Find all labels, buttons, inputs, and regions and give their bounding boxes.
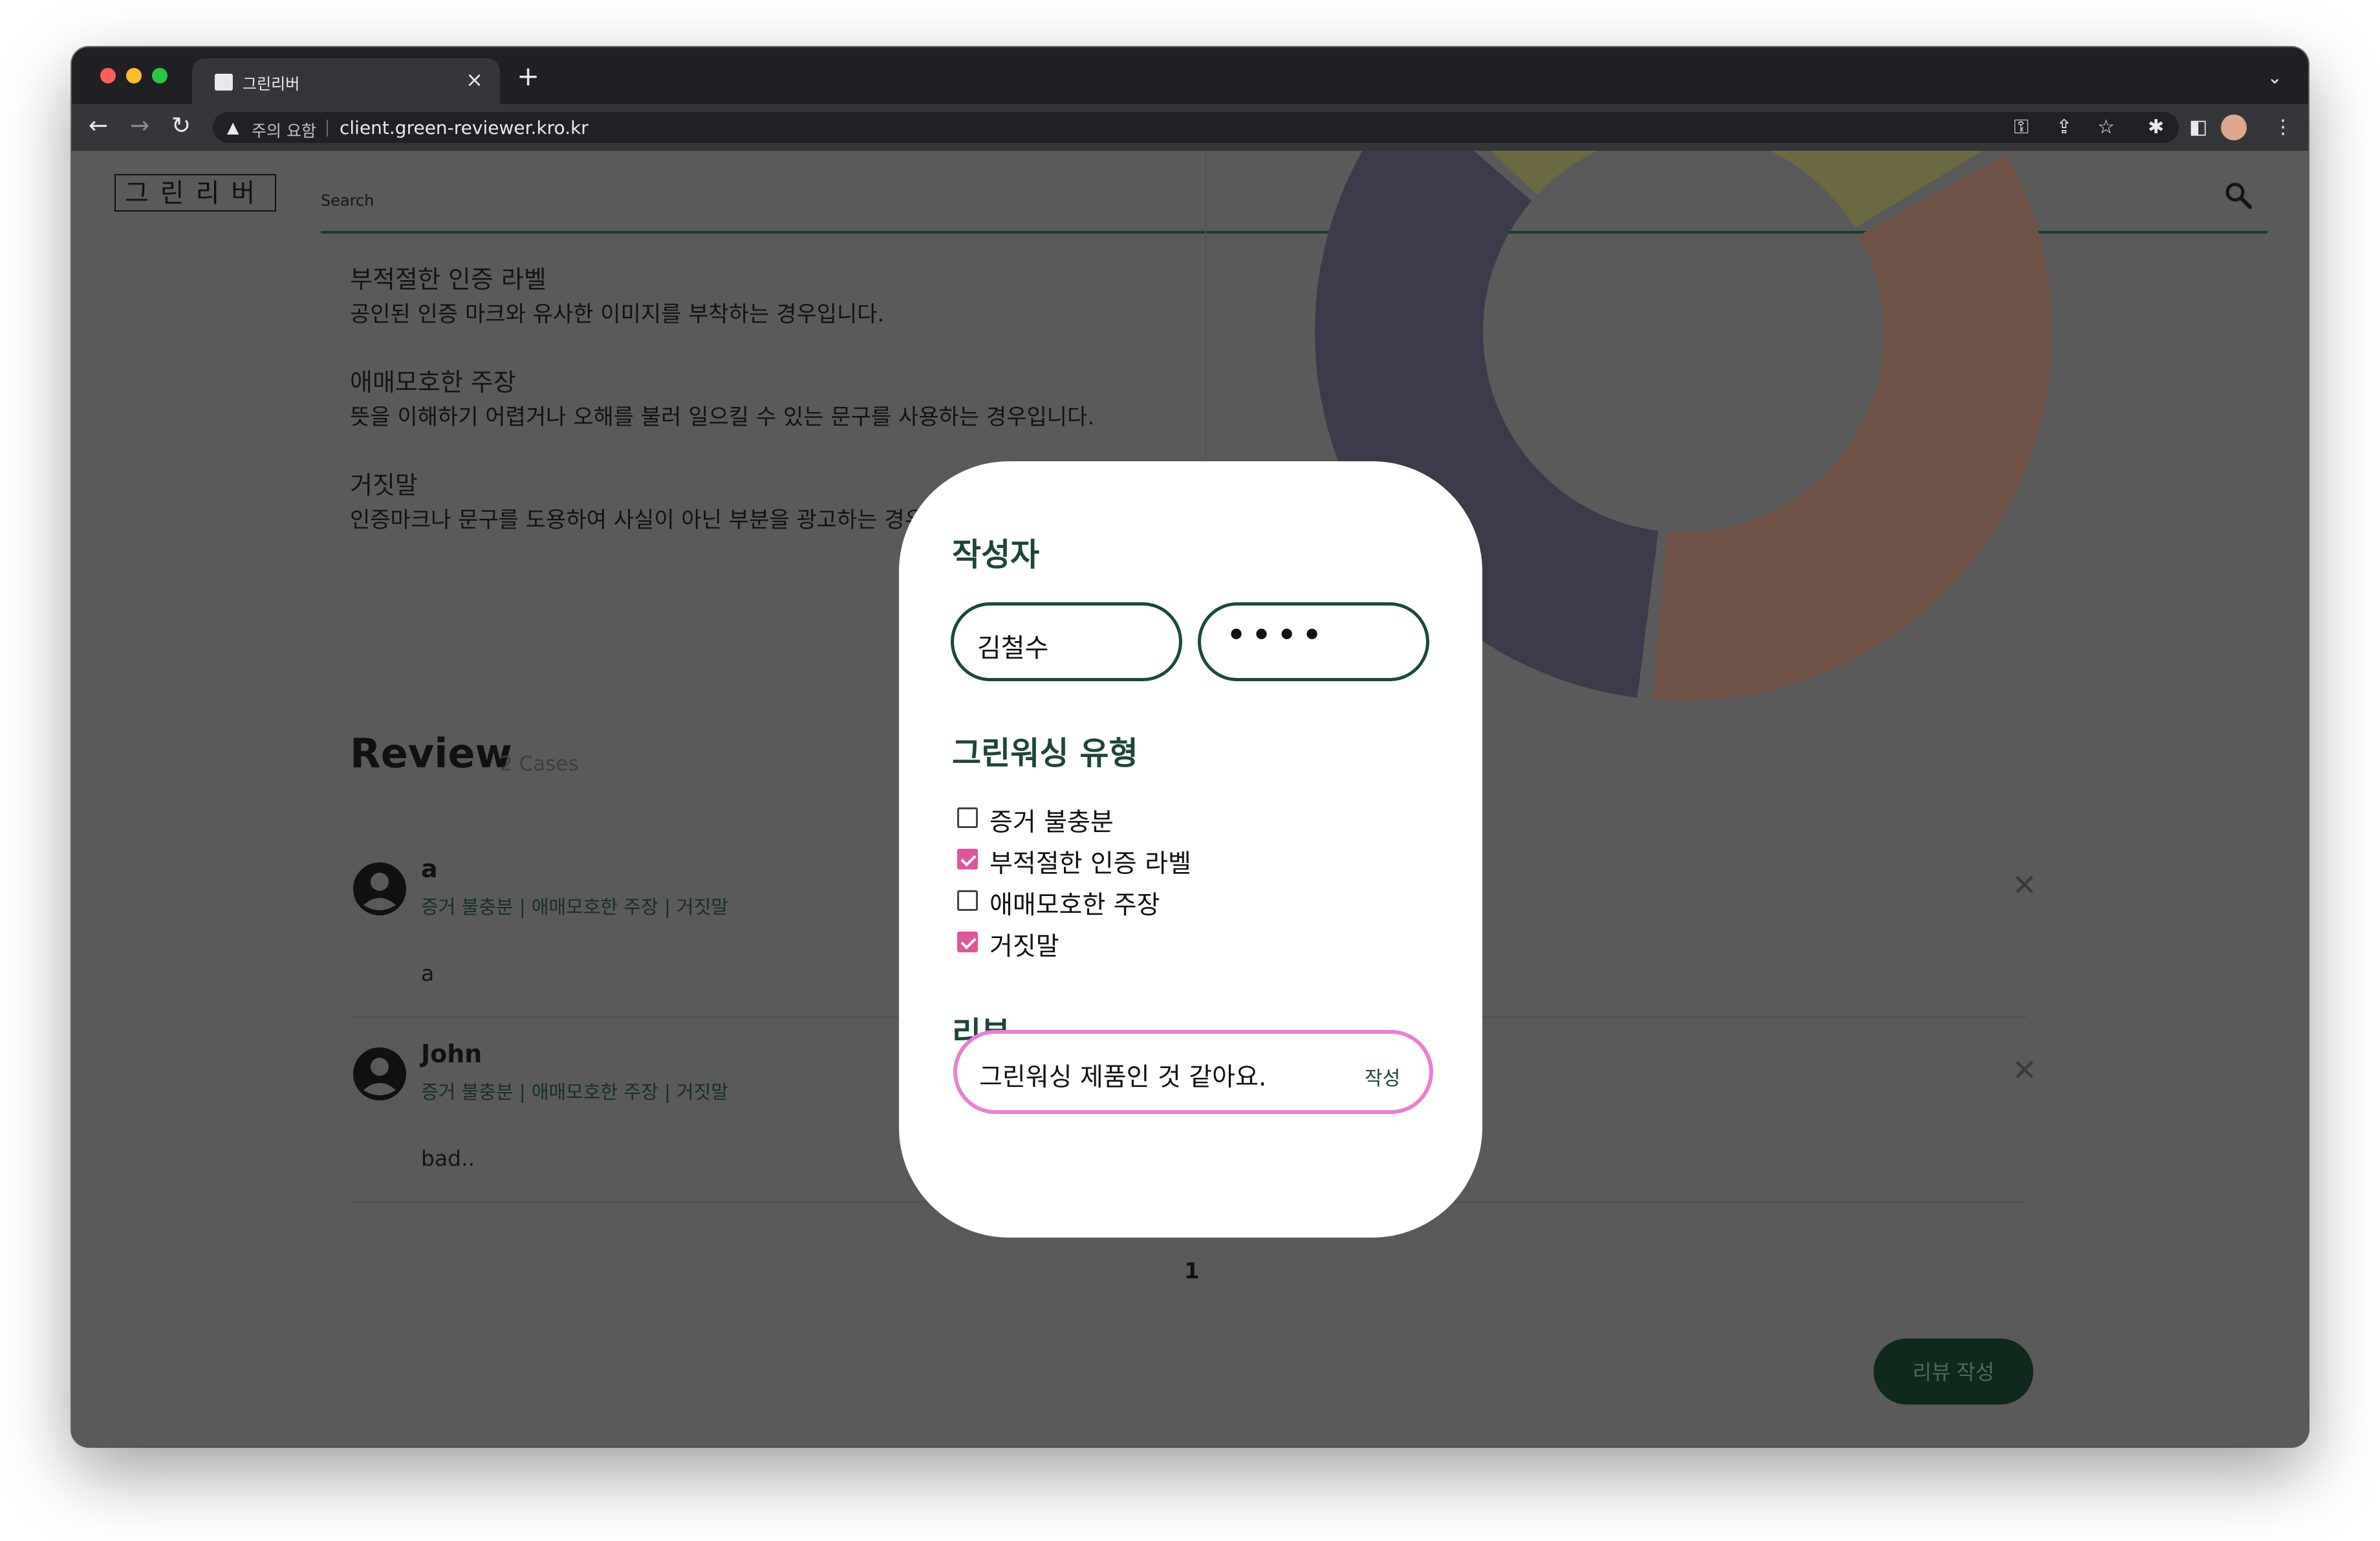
page-content: 그린리버 Search 부적절한 인증 라벨 공인된 인증 마크와 유사한 이미… [72, 151, 2308, 1447]
type-heading: 그린워싱 유형 [952, 735, 1138, 772]
review-tags: 증거 불충분 | 애매모호한 주장 | 거짓말 [421, 896, 729, 918]
favicon-icon [215, 74, 233, 91]
security-warning-label[interactable]: 주의 요함 [252, 118, 316, 142]
option-label[interactable]: 증거 불충분 [990, 802, 1114, 838]
tab-close-icon[interactable]: × [466, 67, 483, 92]
share-icon[interactable]: ⇪ [2056, 115, 2072, 140]
checkbox-evidence[interactable] [957, 807, 978, 828]
gw-type-title-1: 부적절한 인증 라벨 [350, 265, 546, 294]
donut-slice-1 [1652, 154, 2051, 701]
checkbox-vague[interactable] [957, 890, 978, 911]
checkbox-certification[interactable] [957, 849, 978, 869]
review-body: bad.. [421, 1146, 475, 1171]
url-text[interactable]: client.green-reviewer.kro.kr [340, 117, 589, 138]
review-modal: 작성자 김철수 •••• 그린워싱 유형 증거 불충분 부적절한 인증 라벨 애… [899, 461, 1482, 1238]
forward-arrow-icon[interactable]: → [130, 113, 149, 139]
option-label[interactable]: 부적절한 인증 라벨 [990, 844, 1191, 880]
author-heading: 작성자 [952, 536, 1040, 573]
password-field[interactable]: •••• [1198, 602, 1429, 681]
key-icon[interactable]: ⚿ [2014, 115, 2029, 140]
delete-review-close-icon[interactable]: ✕ [2012, 1053, 2037, 1087]
option-label[interactable]: 거짓말 [990, 926, 1059, 963]
review-input[interactable]: 그린워싱 제품인 것 같아요. 작성 [953, 1030, 1433, 1114]
gw-type-desc-3: 인증마크나 문구를 도용하여 사실이 아닌 부분을 광고하는 경우 [350, 507, 925, 533]
minimize-window-button[interactable] [126, 68, 142, 83]
tab-strip: 그린리버 × + ⌄ [72, 47, 2308, 104]
chart-divider [1205, 151, 1206, 474]
side-panel-icon[interactable]: ◧ [2189, 115, 2207, 140]
review-author: a [421, 855, 438, 883]
tab-title: 그린리버 [243, 75, 300, 93]
address-separator [327, 120, 328, 137]
delete-review-close-icon[interactable]: ✕ [2012, 868, 2037, 902]
more-menu-icon[interactable]: ⋮ [2273, 115, 2293, 140]
address-bar[interactable]: ▲ 주의 요함 client.green-reviewer.kro.kr [213, 112, 2179, 143]
warning-triangle-icon[interactable]: ▲ [227, 118, 239, 137]
page-number-current[interactable]: 1 [1184, 1258, 1200, 1284]
gw-type-desc-2: 뜻을 이해하기 어렵거나 오해를 불러 일으킬 수 있는 문구를 사용하는 경우… [350, 404, 1095, 430]
review-count: 2 Cases [500, 752, 579, 776]
reload-icon[interactable]: ↻ [171, 113, 191, 139]
review-tags: 증거 불충분 | 애매모호한 주장 | 거짓말 [421, 1081, 729, 1103]
name-field[interactable]: 김철수 [951, 602, 1182, 681]
back-arrow-icon[interactable]: ← [89, 113, 108, 139]
submit-review-button[interactable]: 작성 [1365, 1062, 1400, 1091]
profile-avatar[interactable] [2221, 115, 2247, 140]
user-avatar-icon [353, 1047, 406, 1100]
option-label[interactable]: 애매모호한 주장 [990, 885, 1160, 921]
gw-type-desc-1: 공인된 인증 마크와 유사한 이미지를 부착하는 경우입니다. [350, 301, 885, 327]
review-author: John [421, 1040, 482, 1068]
review-input-value[interactable]: 그린워싱 제품인 것 같아요. [979, 1057, 1266, 1093]
gw-type-title-2: 애매모호한 주장 [350, 368, 516, 397]
maximize-window-button[interactable] [152, 68, 168, 83]
new-tab-button[interactable]: + [517, 63, 539, 90]
tab-search-chevron-icon[interactable]: ⌄ [2267, 67, 2282, 88]
tab-active[interactable]: 그린리버 × [192, 58, 500, 104]
write-review-button[interactable]: 리뷰 작성 [1874, 1339, 2033, 1404]
user-avatar-icon [353, 862, 406, 915]
gw-type-title-3: 거짓말 [350, 471, 418, 499]
name-field-value: 김철수 [977, 633, 1049, 663]
browser-window: 그린리버 × + ⌄ ← → ↻ ▲ 주의 요함 client.green-re… [72, 47, 2308, 1447]
star-icon[interactable]: ☆ [2097, 115, 2115, 140]
checkbox-lie[interactable] [957, 932, 978, 952]
close-window-button[interactable] [100, 68, 116, 83]
password-field-value: •••• [1226, 615, 1327, 657]
extensions-puzzle-icon[interactable]: ✱ [2148, 115, 2164, 140]
browser-toolbar: ← → ↻ ▲ 주의 요함 client.green-reviewer.kro.… [72, 104, 2308, 151]
site-logo[interactable]: 그린리버 [114, 174, 276, 212]
search-input[interactable]: Search [321, 191, 374, 210]
review-body: a [421, 961, 435, 986]
review-heading: Review [350, 730, 512, 777]
search-icon[interactable] [2223, 180, 2253, 210]
